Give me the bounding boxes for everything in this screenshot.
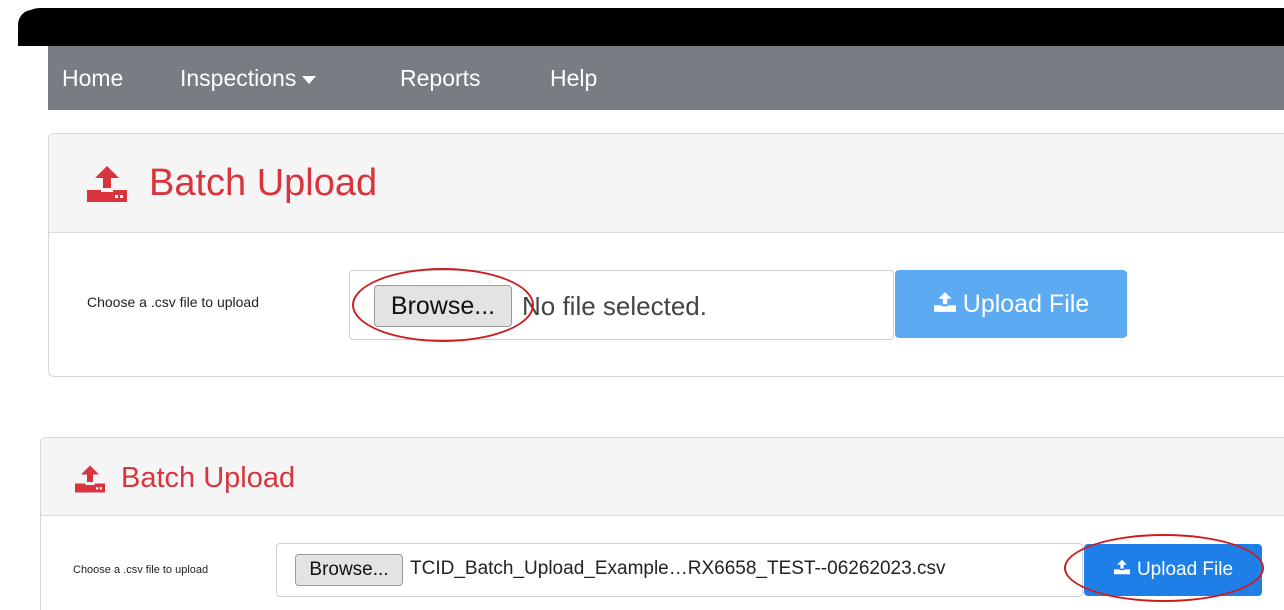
upload-button-label: Upload File xyxy=(1136,559,1234,581)
browse-button[interactable]: Browse... xyxy=(374,285,512,327)
upload-icon xyxy=(73,464,107,499)
browse-button[interactable]: Browse... xyxy=(295,554,403,586)
panel-header: Batch Upload xyxy=(49,134,1284,233)
nav-help[interactable]: Help xyxy=(550,64,597,92)
upload-icon xyxy=(85,164,129,209)
nav-inspections-dropdown[interactable]: Inspections xyxy=(180,64,317,92)
top-bar-corner xyxy=(18,10,46,40)
file-input-label: Choose a .csv file to upload xyxy=(73,564,209,576)
panel-header: Batch Upload xyxy=(41,438,1284,516)
panel-title: Batch Upload xyxy=(149,162,378,204)
upload-button-label: Upload File xyxy=(962,290,1090,318)
file-input[interactable]: Browse... TCID_Batch_Upload_Example…RX66… xyxy=(276,543,1083,597)
batch-upload-panel-selected: Batch Upload Choose a .csv file to uploa… xyxy=(40,437,1284,610)
main-navbar: Home Inspections Reports Help xyxy=(48,46,1284,110)
nav-reports[interactable]: Reports xyxy=(400,64,481,92)
batch-upload-panel-empty: Batch Upload Choose a .csv file to uploa… xyxy=(48,133,1284,377)
upload-icon xyxy=(1113,544,1131,596)
upload-icon xyxy=(933,271,957,339)
top-black-bar xyxy=(18,8,1284,46)
caret-down-icon xyxy=(302,75,317,84)
upload-file-button-disabled[interactable]: Upload File xyxy=(895,270,1127,338)
panel-title: Batch Upload xyxy=(121,462,296,494)
upload-file-button[interactable]: Upload File xyxy=(1084,544,1262,596)
nav-home[interactable]: Home xyxy=(62,64,123,92)
file-status-text: No file selected. xyxy=(522,291,707,321)
file-input[interactable]: Browse... No file selected. xyxy=(349,270,894,340)
selected-file-name: TCID_Batch_Upload_Example…RX6658_TEST--0… xyxy=(410,558,946,579)
file-input-label: Choose a .csv file to upload xyxy=(87,294,259,310)
nav-inspections-label: Inspections xyxy=(180,65,297,91)
